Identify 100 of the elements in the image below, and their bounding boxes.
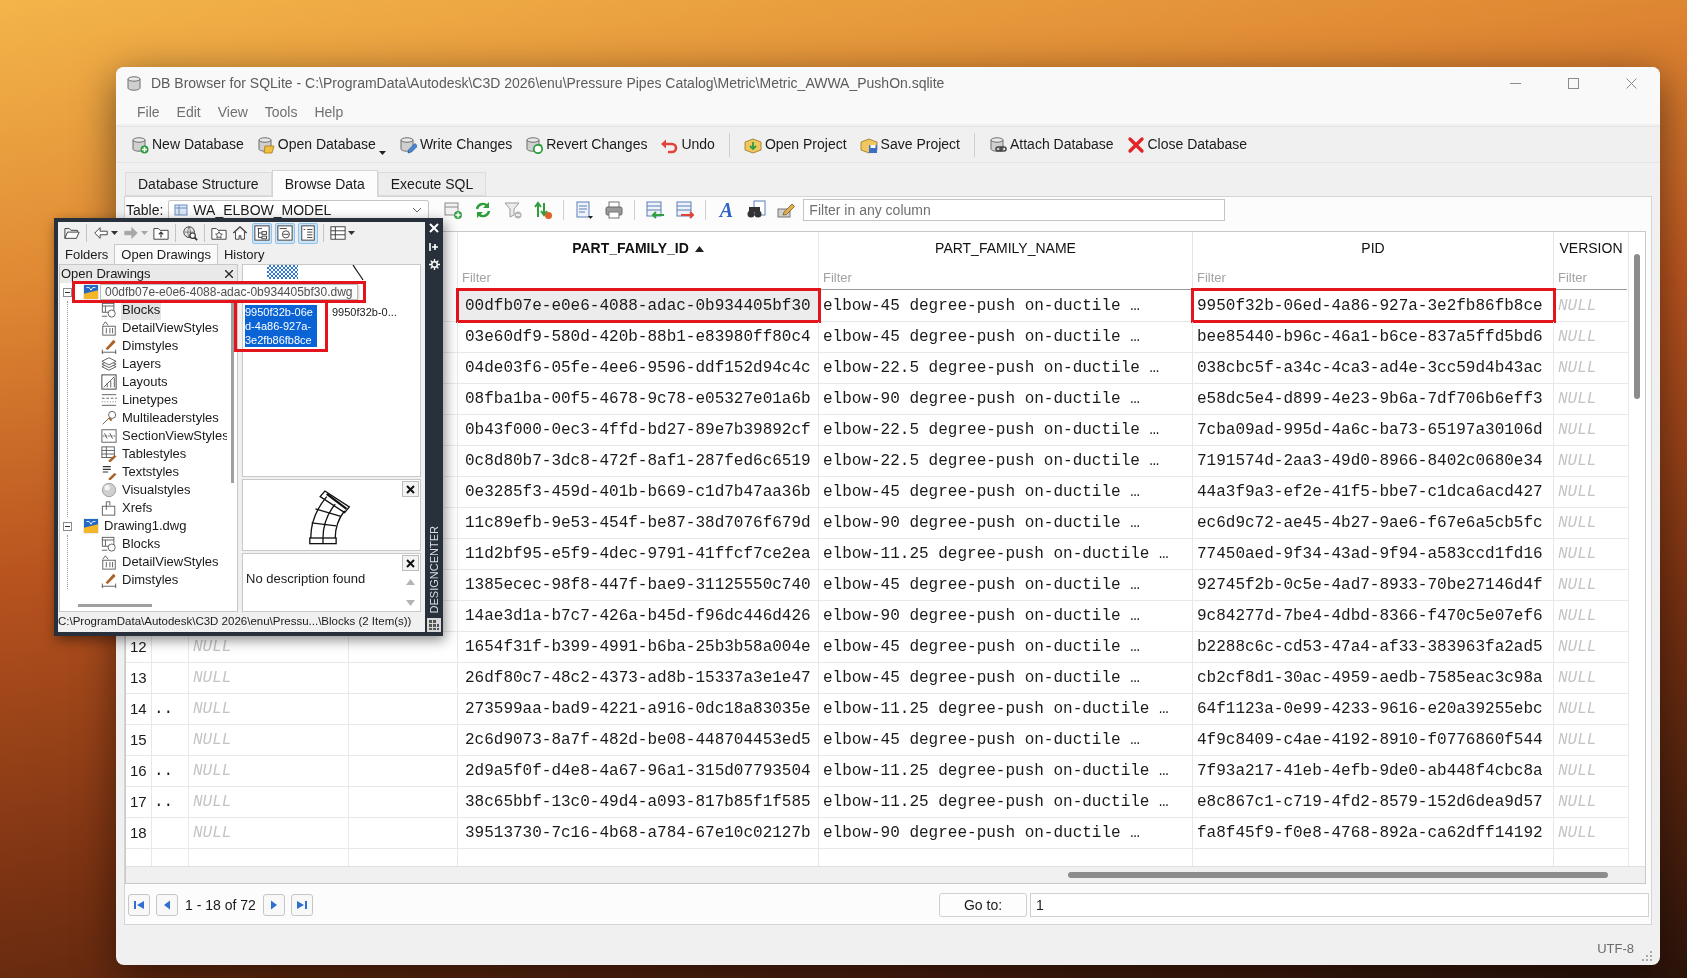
scrollbar-thumb[interactable]	[1634, 254, 1640, 399]
resize-grip-icon[interactable]	[1642, 951, 1652, 961]
layout-icon[interactable]	[101, 374, 117, 390]
printer-icon[interactable]	[604, 200, 625, 220]
menu-item[interactable]: File	[137, 101, 160, 123]
horizontal-scrollbar[interactable]	[126, 866, 1645, 883]
tree-item[interactable]: Drawing1.dwg	[103, 516, 188, 536]
binoculars-icon[interactable]	[746, 200, 767, 220]
column-header[interactable]: PID	[1193, 232, 1554, 265]
tree-item[interactable]: Textstyles	[121, 462, 181, 482]
tab[interactable]: Browse Data	[271, 170, 378, 197]
scrollbar-thumb[interactable]	[1068, 872, 1608, 878]
database-arrow-icon	[525, 135, 544, 154]
close-icon[interactable]	[225, 270, 233, 278]
section-icon[interactable]	[101, 428, 117, 444]
block-thumbnail[interactable]	[352, 265, 364, 281]
table-cell: 00dfb07e-e0e6-4088-adac-0b934405bf30	[458, 291, 819, 321]
drawing-file-icon[interactable]	[83, 284, 99, 300]
open-database-button[interactable]: Open Database	[253, 130, 389, 159]
tree-item[interactable]: Layers	[121, 354, 163, 374]
undo-button[interactable]: Undo	[657, 130, 718, 159]
pin-icon[interactable]	[429, 242, 439, 252]
preview-item[interactable]: 9950f32b-06ed-4a86-927a-3e2fb86fb8ce	[245, 305, 317, 347]
menu-item[interactable]: Edit	[176, 101, 201, 123]
tree-item[interactable]: Xrefs	[121, 498, 154, 518]
tree-item[interactable]: Dimstyles	[121, 570, 180, 590]
save-project-button[interactable]: Save Project	[856, 130, 963, 159]
dimension-icon[interactable]	[101, 338, 117, 354]
scrollbar-thumb[interactable]	[78, 603, 152, 607]
preview-button[interactable]	[275, 222, 295, 244]
tree-item[interactable]: DetailViewStyles	[121, 552, 220, 572]
sort-clear-icon[interactable]	[533, 200, 554, 220]
next-page-button[interactable]	[262, 894, 285, 916]
text-brush-icon[interactable]	[101, 464, 117, 480]
tab[interactable]: Folders	[59, 246, 115, 264]
tab[interactable]: History	[217, 246, 271, 264]
menu-item[interactable]: View	[217, 101, 248, 123]
preview-item[interactable]: 9950f32b-0...	[332, 305, 397, 319]
write-changes-button[interactable]: Write Changes	[395, 130, 516, 159]
tree-item[interactable]: Layouts	[121, 372, 169, 392]
maximize-icon[interactable]	[1567, 78, 1579, 89]
table-arrow-icon[interactable]	[645, 200, 666, 220]
document-save-icon[interactable]	[574, 200, 595, 220]
previous-page-button[interactable]	[156, 894, 178, 916]
collapse-icon[interactable]	[63, 521, 72, 531]
close-button[interactable]	[402, 555, 419, 571]
table-cell: NULL	[189, 756, 349, 786]
dimension-icon[interactable]	[101, 572, 117, 588]
blocks-icon[interactable]	[101, 302, 117, 318]
tab[interactable]: Execute SQL	[377, 172, 487, 196]
table-brush-icon[interactable]	[101, 446, 117, 462]
tree-item[interactable]: Multileaderstyles	[121, 408, 220, 428]
column-header[interactable]: PART_FAMILY_ID	[458, 232, 819, 265]
column-header[interactable]: PART_FAMILY_NAME	[819, 232, 1193, 265]
layers-icon[interactable]	[101, 356, 117, 372]
revert-changes-button[interactable]: Revert Changes	[522, 130, 651, 159]
grid-icon[interactable]	[427, 618, 441, 632]
table-icon	[174, 203, 189, 217]
open-project-button[interactable]: Open Project	[740, 130, 850, 159]
tab[interactable]: Open Drawings	[114, 244, 218, 264]
table-cell: 0e3285f3-459d-401b-b669-c1d7b47aa36b	[458, 477, 819, 507]
description-button[interactable]	[298, 222, 318, 244]
tree-item[interactable]: Dimstyles	[121, 336, 180, 356]
caret-icon	[348, 231, 355, 235]
menu-item[interactable]: Tools	[264, 101, 298, 123]
attach-database-button[interactable]: Attach Database	[986, 130, 1117, 159]
xref-icon[interactable]	[101, 500, 117, 516]
box-arrow-icon	[743, 135, 762, 154]
block-thumbnail[interactable]	[267, 265, 298, 279]
table-arrow-icon[interactable]	[675, 200, 696, 220]
column-header[interactable]: VERSION	[1554, 232, 1629, 265]
tree-item[interactable]: DetailViewStyles	[121, 318, 220, 338]
tree-item[interactable]: Visualstyles	[121, 480, 192, 500]
table-cell: elbow-22.5 degree-push on-ductile …	[819, 446, 1193, 476]
leader-icon[interactable]	[101, 410, 117, 426]
font-button[interactable]: A	[719, 200, 734, 220]
drawing-file-icon[interactable]	[83, 518, 99, 534]
close-database-button[interactable]: Close Database	[1123, 130, 1251, 159]
detail-view-icon[interactable]	[101, 320, 117, 336]
page-number-field[interactable]: 1	[1030, 893, 1649, 917]
collapse-icon[interactable]	[63, 287, 72, 297]
menu-item[interactable]: Help	[314, 101, 344, 123]
last-page-button[interactable]	[290, 894, 313, 916]
table-cell: cb2cf8d1-30ac-4959-aedb-7585eac3c98a	[1193, 663, 1554, 693]
filter-field[interactable]: Filter in any column	[803, 199, 1226, 221]
goto-button[interactable]: Go to:	[939, 893, 1027, 917]
blocks-icon[interactable]	[101, 536, 117, 552]
gear-icon[interactable]	[428, 259, 440, 270]
tree-item[interactable]: Tablestyles	[121, 444, 188, 464]
tab[interactable]: Database Structure	[125, 172, 272, 196]
new-database-button[interactable]: New Database	[128, 130, 247, 159]
linetype-icon[interactable]	[101, 392, 117, 408]
table-cell: e58dc5e4-d899-4e23-9b6a-7df706b6eff3	[1193, 384, 1554, 414]
close-button[interactable]	[402, 481, 419, 497]
first-page-button[interactable]	[128, 894, 150, 916]
tree-view-button[interactable]	[252, 222, 272, 244]
tree-item[interactable]: Linetypes	[121, 390, 179, 410]
table-dropdown[interactable]: WA_ELBOW_MODEL	[168, 199, 430, 221]
tree-item[interactable]: Blocks	[121, 534, 162, 554]
detail-view-icon[interactable]	[101, 554, 117, 570]
